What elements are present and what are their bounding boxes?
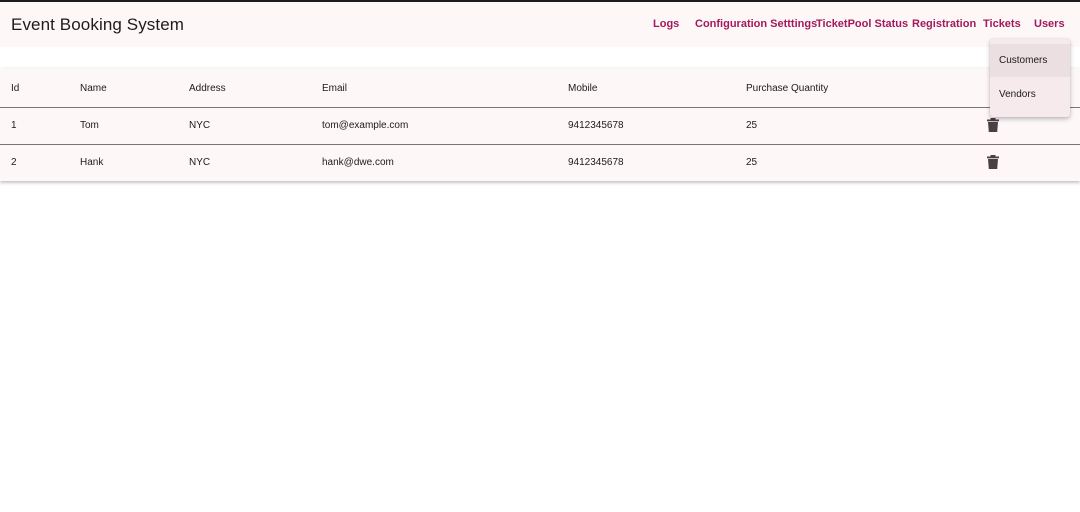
- cell-purchase-quantity: 25: [746, 157, 758, 168]
- nav-logs[interactable]: Logs: [653, 18, 679, 34]
- cell-mobile: 9412345678: [568, 157, 624, 168]
- column-header-name: Name: [80, 83, 107, 94]
- app-toolbar: Event Booking System Logs Configuration …: [0, 2, 1080, 47]
- cell-email: hank@dwe.com: [322, 157, 394, 168]
- cell-address: NYC: [189, 120, 211, 131]
- delete-icon[interactable]: [987, 155, 999, 169]
- nav-configuration-settings[interactable]: Configuration Setttings: [695, 18, 817, 34]
- column-header-mobile: Mobile: [568, 83, 598, 94]
- nav-ticketpool-status[interactable]: TicketPool Status: [816, 18, 908, 34]
- nav-registration[interactable]: Registration: [912, 18, 976, 34]
- column-header-id: Id: [11, 83, 20, 94]
- app-title: Event Booking System: [11, 15, 185, 34]
- cell-mobile: 9412345678: [568, 120, 624, 131]
- column-header-purchase-quantity: Purchase Quantity: [746, 83, 829, 94]
- users-dropdown-menu: Customers Vendors: [990, 39, 1070, 117]
- customers-table: Id Name Address Email Mobile Purchase Qu…: [0, 69, 1080, 181]
- cell-id: 1: [11, 120, 17, 131]
- cell-name: Tom: [80, 120, 99, 131]
- column-header-email: Email: [322, 83, 348, 94]
- header-divider: [0, 107, 1080, 108]
- column-header-address: Address: [189, 83, 226, 94]
- delete-icon[interactable]: [987, 118, 999, 132]
- cell-address: NYC: [189, 157, 211, 168]
- cell-email: tom@example.com: [322, 120, 409, 131]
- cell-name: Hank: [80, 157, 104, 168]
- menu-item-customers[interactable]: Customers: [990, 44, 1070, 77]
- nav-users[interactable]: Users: [1034, 18, 1065, 34]
- cell-id: 2: [11, 157, 17, 168]
- nav-tickets[interactable]: Tickets: [983, 18, 1021, 34]
- menu-item-vendors[interactable]: Vendors: [990, 78, 1070, 111]
- cell-purchase-quantity: 25: [746, 120, 758, 131]
- row-divider: [0, 144, 1080, 145]
